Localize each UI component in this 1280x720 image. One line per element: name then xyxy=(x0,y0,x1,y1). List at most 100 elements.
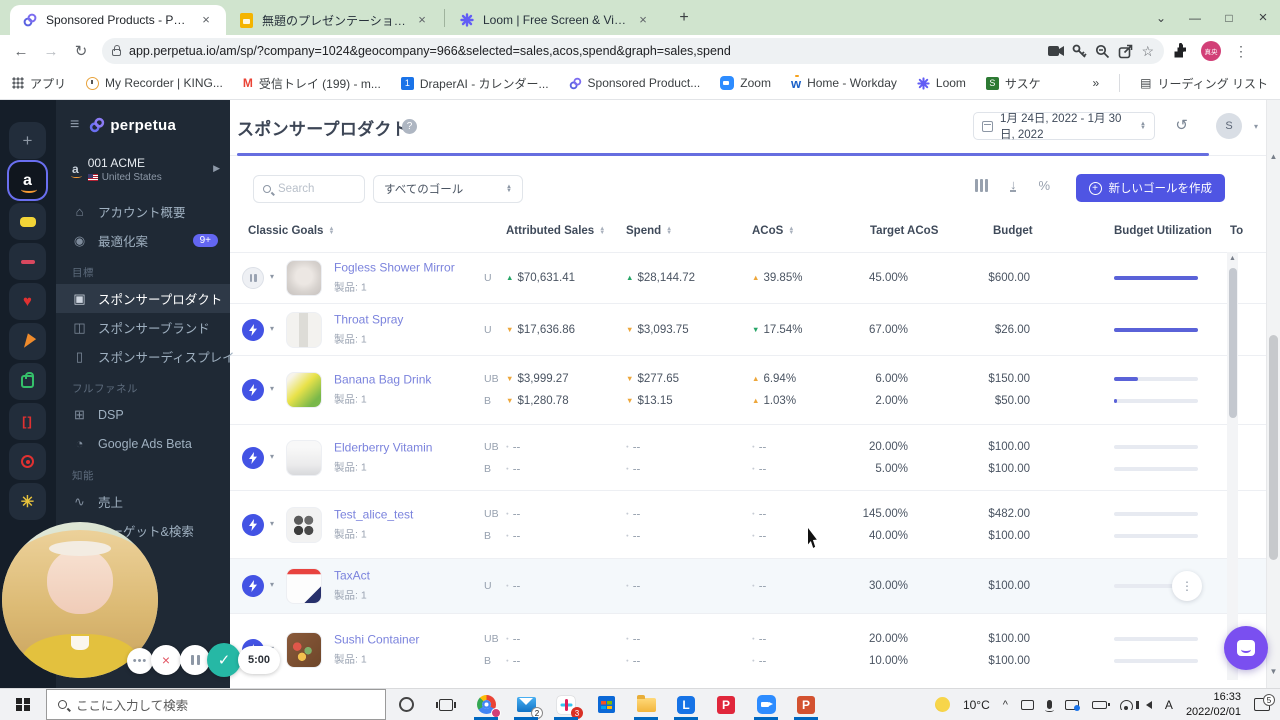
account-red-dash[interactable] xyxy=(9,243,46,280)
account-carrot[interactable] xyxy=(9,323,46,360)
bookmark-draperai-calendar[interactable]: 1 DraperAI - カレンダー... xyxy=(400,75,549,92)
taskbar-explorer[interactable] xyxy=(626,689,666,720)
recording-more-button[interactable]: ••• xyxy=(127,648,153,674)
account-asterisk[interactable]: ✳ xyxy=(9,483,46,520)
page-scrollbar[interactable]: ▲ ▼ xyxy=(1266,100,1280,688)
scroll-up-icon[interactable]: ▲ xyxy=(1267,152,1280,161)
col-acos[interactable]: ACoS ▲ ▼ xyxy=(752,225,794,237)
minimize-button[interactable]: — xyxy=(1178,11,1212,25)
scroll-up-icon[interactable]: ▲ xyxy=(1227,255,1238,262)
col-budget-utilization[interactable]: Budget Utilization xyxy=(1114,225,1212,237)
recording-pause-button[interactable] xyxy=(180,645,210,675)
table-row[interactable]: ▾ Sushi Container製品: 1 UB -- -- -- 20.00… xyxy=(230,613,1280,685)
tray-screenshare-icon[interactable] xyxy=(1064,699,1080,711)
row-menu-button[interactable]: ⋮ xyxy=(1172,571,1202,601)
close-tab-icon[interactable]: × xyxy=(414,12,430,28)
reload-button[interactable]: ↻ xyxy=(68,42,94,60)
bookmark-loom[interactable]: Loom xyxy=(917,76,966,90)
col-classic-goals[interactable]: Classic Goals ▲ ▼ xyxy=(248,225,334,237)
taskbar-slack[interactable]: 3 xyxy=(546,689,586,720)
task-view-button[interactable] xyxy=(426,689,466,720)
recording-finish-button[interactable]: ✓ xyxy=(207,643,241,677)
maximize-button[interactable]: □ xyxy=(1212,11,1246,25)
table-row[interactable]: ▾ Test_alice_test製品: 1 UB -- -- -- 145.0… xyxy=(230,490,1280,558)
bookmark-my-recorder[interactable]: My Recorder | KING... xyxy=(86,76,223,90)
account-green-bag[interactable] xyxy=(9,363,46,400)
help-icon[interactable]: ? xyxy=(402,119,417,134)
account-heart[interactable]: ♥ xyxy=(9,283,46,320)
sidebar-item-account-overview[interactable]: ⌂ アカウント概要 xyxy=(56,197,230,226)
new-tab-button[interactable]: + xyxy=(671,5,697,31)
reading-list-button[interactable]: ▤ リーディング リスト xyxy=(1140,75,1268,92)
tray-microphone-icon[interactable] xyxy=(1044,700,1054,712)
bookmark-gmail-inbox[interactable]: M 受信トレイ (199) - m... xyxy=(243,75,381,92)
close-window-button[interactable]: × xyxy=(1246,9,1280,26)
hamburger-menu-icon[interactable]: ≡ xyxy=(70,116,79,134)
bookmark-star-icon[interactable]: ☆ xyxy=(1141,43,1154,60)
profile-avatar[interactable]: 真央 xyxy=(1198,41,1224,61)
zoom-page-icon[interactable] xyxy=(1095,44,1110,59)
sidebar-item-dsp[interactable]: ⊞ DSP xyxy=(56,400,230,429)
camera-indicator-icon[interactable] xyxy=(1048,45,1065,57)
sidebar-item-sponsored-display[interactable]: ▯ スポンサーディスプレイ xyxy=(56,342,235,371)
tab-loom[interactable]: Loom | Free Screen & Video Rec × xyxy=(447,5,663,35)
taskbar-powerpoint[interactable]: P xyxy=(786,689,826,720)
weather-moon-icon[interactable] xyxy=(934,697,950,712)
taskbar-store[interactable] xyxy=(586,689,626,720)
account-target[interactable] xyxy=(9,443,46,480)
col-target-acos[interactable]: Target ACoS xyxy=(870,225,938,237)
taskbar-loom[interactable]: L xyxy=(666,689,706,720)
account-selector[interactable]: a 001 ACME United States ▶ xyxy=(56,148,230,197)
col-budget[interactable]: Budget xyxy=(993,225,1033,237)
bookmark-apps[interactable]: アプリ xyxy=(12,75,66,92)
columns-icon[interactable] xyxy=(974,179,988,192)
avatar-caret-icon[interactable]: ▾ xyxy=(1254,122,1258,131)
create-new-goal-button[interactable]: + 新しいゴールを作成 xyxy=(1075,174,1225,202)
bookmarks-overflow[interactable]: » xyxy=(1092,76,1099,90)
sidebar-item-sales[interactable]: ∿ 売上 xyxy=(56,487,230,516)
sidebar-item-sponsored-brands[interactable]: ◫ スポンサーブランド xyxy=(56,313,230,342)
forward-button[interactable]: → xyxy=(38,43,64,60)
taskbar-red-p-app[interactable]: P xyxy=(706,689,746,720)
taskbar-search-input[interactable]: ここに入力して検索 xyxy=(46,689,386,720)
percent-icon[interactable]: % xyxy=(1038,178,1050,193)
sidebar-item-sponsored-products[interactable]: ▣ スポンサープロダクト xyxy=(56,284,230,313)
tray-device-icon[interactable] xyxy=(1020,699,1034,710)
add-account-button[interactable]: + xyxy=(9,122,46,159)
account-brackets[interactable]: [] xyxy=(9,403,46,440)
taskbar-mail[interactable]: 2 xyxy=(506,689,546,720)
table-scrollbar[interactable]: ▲ xyxy=(1227,252,1238,680)
taskbar-clock[interactable]: 16:33 2022/02/01 xyxy=(1186,690,1241,719)
bookmark-workday[interactable]: w Home - Workday xyxy=(791,74,897,91)
chat-widget-button[interactable] xyxy=(1224,626,1268,670)
goal-filter-select[interactable]: すべてのゴール ▲ ▼ xyxy=(373,175,523,203)
address-bar[interactable]: app.perpetua.io/am/sp/?company=1024&geoc… xyxy=(102,38,1164,64)
table-row[interactable]: ▾ Elderberry Vitamin製品: 1 UB -- -- -- 20… xyxy=(230,424,1280,490)
cortana-button[interactable] xyxy=(386,689,426,720)
col-spend[interactable]: Spend ▲ ▼ xyxy=(626,225,672,237)
bookmark-zoom[interactable]: Zoom xyxy=(720,76,771,90)
tab-sponsored-products[interactable]: Sponsored Products - Perpetua × xyxy=(10,5,226,35)
table-row[interactable]: ▾ Throat Spray製品: 1 U $17,636.86 $3,093.… xyxy=(230,303,1280,355)
sidebar-item-google-ads-beta[interactable]: ◔ Google Ads Beta xyxy=(56,429,230,458)
close-tab-icon[interactable]: × xyxy=(198,12,214,28)
date-range-picker[interactable]: 1月 24日, 2022 - 1月 30日, 2022 ▲ ▼ xyxy=(973,112,1155,141)
weather-temp[interactable]: 10°C xyxy=(963,698,990,712)
password-key-icon[interactable] xyxy=(1072,44,1088,59)
tray-chevron-icon[interactable]: ^ xyxy=(1003,699,1008,711)
scroll-down-icon[interactable]: ▼ xyxy=(1267,667,1280,676)
chevron-right-icon[interactable]: ▶ xyxy=(213,163,220,174)
ime-indicator[interactable]: A xyxy=(1165,698,1173,712)
start-button[interactable] xyxy=(0,689,46,720)
bookmark-sasuke[interactable]: S サスケ xyxy=(985,75,1041,92)
col-attributed-sales[interactable]: Attributed Sales ▲ ▼ xyxy=(506,225,605,237)
window-menu-icon[interactable]: ⌄ xyxy=(1144,11,1178,25)
scrollbar-thumb[interactable] xyxy=(1269,335,1278,560)
table-row[interactable]: ▾ Fogless Shower Mirror製品: 1 U $70,631.4… xyxy=(230,252,1280,303)
bookmark-sponsored-products[interactable]: Sponsored Product... xyxy=(569,76,700,90)
share-icon[interactable] xyxy=(1118,44,1133,59)
notification-center-icon[interactable]: 5 xyxy=(1254,694,1275,711)
tab-google-slides[interactable]: 無題のプレゼンテーション - Google ス × xyxy=(226,5,442,35)
account-amazon-acme[interactable]: a xyxy=(9,162,46,199)
tray-speaker-icon[interactable] xyxy=(1135,700,1152,709)
